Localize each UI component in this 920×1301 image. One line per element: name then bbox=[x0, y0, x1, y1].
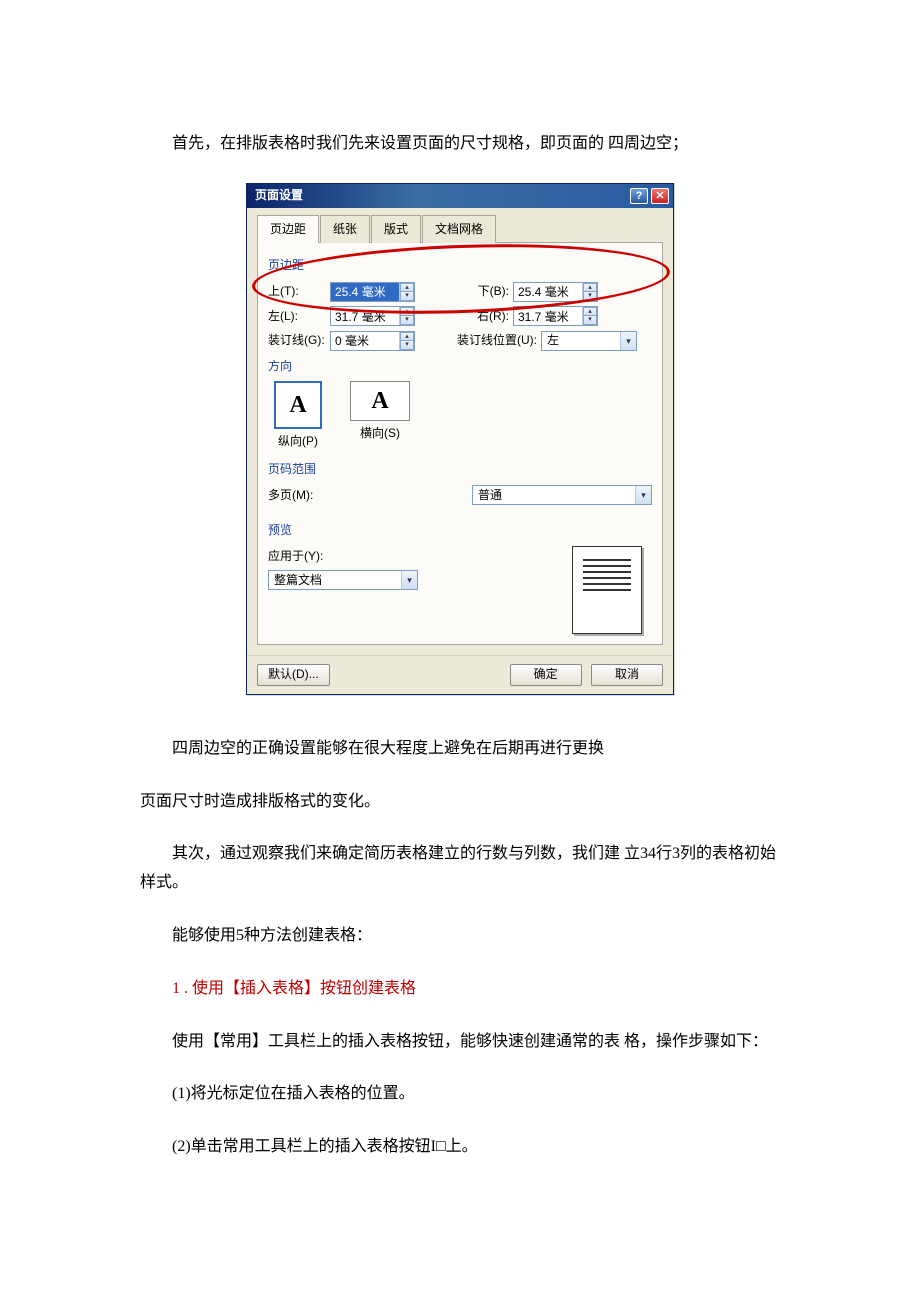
row-multipage: 多页(M): 普通 ▾ bbox=[268, 485, 652, 507]
label-apply-to: 应用于(Y): bbox=[268, 546, 418, 568]
row-top-bottom: 上(T): ▴ ▾ 下(B): ▴ bbox=[268, 281, 652, 303]
paragraph-2: 四周边空的正确设置能够在很大程度上避免在后期再进行更换 bbox=[140, 735, 780, 764]
paragraph-intro: 首先，在排版表格时我们先来设置页面的尺寸规格，即页面的 四周边空； bbox=[140, 130, 780, 159]
input-right[interactable] bbox=[514, 307, 582, 325]
landscape-label: 横向(S) bbox=[350, 423, 410, 445]
landscape-glyph: A bbox=[371, 380, 388, 423]
tab-panel-margins: 页边距 上(T): ▴ ▾ 下(B): bbox=[257, 243, 663, 644]
select-gutter-pos[interactable]: 左 ▾ bbox=[541, 331, 637, 351]
spinner-gutter[interactable]: ▴ ▾ bbox=[330, 331, 415, 351]
preview-row: 应用于(Y): 整篇文档 ▾ bbox=[268, 546, 652, 634]
select-multipage-value: 普通 bbox=[478, 485, 502, 507]
spinner-left[interactable]: ▴ ▾ bbox=[330, 306, 415, 326]
chevron-down-icon[interactable]: ▾ bbox=[401, 571, 417, 589]
apply-to-block: 应用于(Y): 整篇文档 ▾ bbox=[268, 546, 418, 591]
dialog-titlebar[interactable]: 页面设置 ? ✕ bbox=[247, 184, 673, 208]
group-label-preview: 预览 bbox=[268, 520, 652, 542]
paragraph-8: (2)单击常用工具栏上的插入表格按钮I□上。 bbox=[140, 1133, 780, 1162]
dialog-title: 页面设置 bbox=[255, 185, 303, 207]
portrait-icon: A bbox=[274, 381, 322, 429]
orientation-landscape[interactable]: A 横向(S) bbox=[350, 381, 410, 453]
spinner-right[interactable]: ▴ ▾ bbox=[513, 306, 598, 326]
landscape-icon: A bbox=[350, 381, 410, 421]
page-setup-dialog: 页面设置 ? ✕ 页边距 纸张 版式 文档网格 页边距 上(T bbox=[246, 183, 674, 695]
label-multipage: 多页(M): bbox=[268, 485, 330, 507]
default-button[interactable]: 默认(D)... bbox=[257, 664, 330, 686]
dialog-body: 页边距 纸张 版式 文档网格 页边距 上(T): ▴ ▾ bbox=[247, 208, 673, 655]
input-top[interactable] bbox=[331, 283, 399, 301]
ok-button[interactable]: 确定 bbox=[510, 664, 582, 686]
titlebar-buttons: ? ✕ bbox=[630, 188, 669, 204]
close-icon[interactable]: ✕ bbox=[651, 188, 669, 204]
paragraph-6: 使用【常用】工具栏上的插入表格按钮，能够快速创建通常的表 格，操作步骤如下： bbox=[140, 1028, 780, 1057]
orientation-portrait[interactable]: A 纵向(P) bbox=[274, 381, 322, 453]
dialog-screenshot-wrap: 页面设置 ? ✕ 页边距 纸张 版式 文档网格 页边距 上(T bbox=[140, 183, 780, 695]
label-gutter-pos: 装订线位置(U): bbox=[451, 330, 537, 352]
spin-down-icon[interactable]: ▾ bbox=[400, 341, 414, 350]
paragraph-4: 其次，通过观察我们来确定简历表格建立的行数与列数，我们建 立34行3列的表格初始… bbox=[140, 840, 780, 898]
tab-strip: 页边距 纸张 版式 文档网格 bbox=[257, 214, 663, 244]
input-left[interactable] bbox=[331, 307, 399, 325]
tab-layout[interactable]: 版式 bbox=[371, 215, 421, 244]
label-bottom: 下(B): bbox=[451, 281, 509, 303]
footer-right: 确定 取消 bbox=[510, 664, 663, 686]
spin-down-icon[interactable]: ▾ bbox=[400, 316, 414, 325]
row-left-right: 左(L): ▴ ▾ 右(R): ▴ bbox=[268, 306, 652, 328]
help-icon[interactable]: ? bbox=[630, 188, 648, 204]
spin-down-icon[interactable]: ▾ bbox=[583, 316, 597, 325]
label-right: 右(R): bbox=[451, 306, 509, 328]
tab-margins[interactable]: 页边距 bbox=[257, 215, 319, 244]
portrait-glyph: A bbox=[289, 384, 306, 427]
select-gutter-pos-value: 左 bbox=[547, 330, 559, 352]
orientation-row: A 纵向(P) A 横向(S) bbox=[274, 381, 652, 453]
group-label-orientation: 方向 bbox=[268, 356, 652, 378]
chevron-down-icon[interactable]: ▾ bbox=[620, 332, 636, 350]
paragraph-7: (1)将光标定位在插入表格的位置。 bbox=[140, 1080, 780, 1109]
label-left: 左(L): bbox=[268, 306, 330, 328]
spinner-top[interactable]: ▴ ▾ bbox=[330, 282, 415, 302]
spin-up-icon[interactable]: ▴ bbox=[583, 307, 597, 316]
group-label-margins: 页边距 bbox=[268, 255, 652, 277]
spin-up-icon[interactable]: ▴ bbox=[400, 307, 414, 316]
select-apply-to-value: 整篇文档 bbox=[274, 570, 322, 592]
chevron-down-icon[interactable]: ▾ bbox=[635, 486, 651, 504]
preview-page-icon bbox=[572, 546, 642, 634]
select-apply-to[interactable]: 整篇文档 ▾ bbox=[268, 570, 418, 590]
input-bottom[interactable] bbox=[514, 283, 582, 301]
group-label-range: 页码范围 bbox=[268, 459, 652, 481]
paragraph-3: 页面尺寸时造成排版格式的变化。 bbox=[140, 788, 780, 817]
tab-grid[interactable]: 文档网格 bbox=[422, 215, 496, 244]
spin-up-icon[interactable]: ▴ bbox=[583, 283, 597, 292]
spin-up-icon[interactable]: ▴ bbox=[400, 332, 414, 341]
paragraph-5: 能够使用5种方法创建表格： bbox=[140, 922, 780, 951]
label-gutter: 装订线(G): bbox=[268, 330, 330, 352]
spinner-bottom[interactable]: ▴ ▾ bbox=[513, 282, 598, 302]
spin-down-icon[interactable]: ▾ bbox=[583, 292, 597, 301]
select-multipage[interactable]: 普通 ▾ bbox=[472, 485, 652, 505]
label-top: 上(T): bbox=[268, 281, 330, 303]
tab-paper[interactable]: 纸张 bbox=[320, 215, 370, 244]
dialog-footer: 默认(D)... 确定 取消 bbox=[247, 655, 673, 694]
row-gutter: 装订线(G): ▴ ▾ 装订线位置(U): 左 ▾ bbox=[268, 330, 652, 352]
heading-method-1: 1 . 使用【插入表格】按钮创建表格 bbox=[140, 975, 780, 1004]
spin-up-icon[interactable]: ▴ bbox=[400, 283, 414, 292]
portrait-label: 纵向(P) bbox=[274, 431, 322, 453]
document-page: 首先，在排版表格时我们先来设置页面的尺寸规格，即页面的 四周边空； 页面设置 ?… bbox=[0, 0, 920, 1266]
cancel-button[interactable]: 取消 bbox=[591, 664, 663, 686]
spin-down-icon[interactable]: ▾ bbox=[400, 292, 414, 301]
input-gutter[interactable] bbox=[331, 332, 399, 350]
